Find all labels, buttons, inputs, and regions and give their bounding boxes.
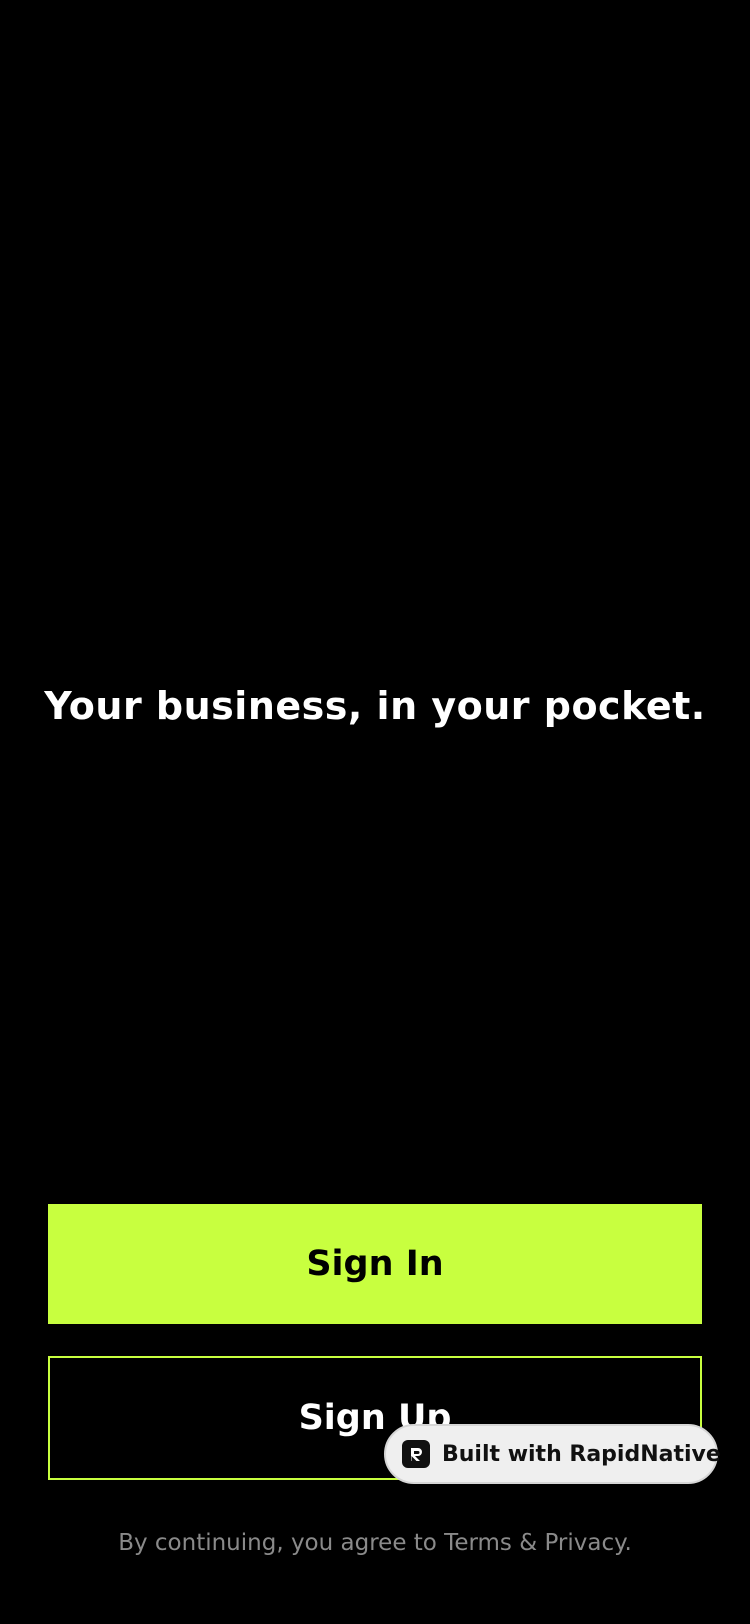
sign-in-label: Sign In: [306, 1244, 444, 1284]
built-with-badge[interactable]: Built with RapidNative: [384, 1424, 721, 1484]
badge-label: Built with RapidNative: [442, 1441, 721, 1467]
tagline: Your business, in your pocket.: [44, 684, 706, 728]
legal-notice: By continuing, you agree to Terms & Priv…: [118, 1530, 632, 1556]
sign-in-button[interactable]: Sign In: [48, 1204, 702, 1324]
welcome-screen: Your business, in your pocket. Sign In S…: [0, 0, 750, 1624]
rapidnative-logo-icon: [402, 1440, 430, 1468]
